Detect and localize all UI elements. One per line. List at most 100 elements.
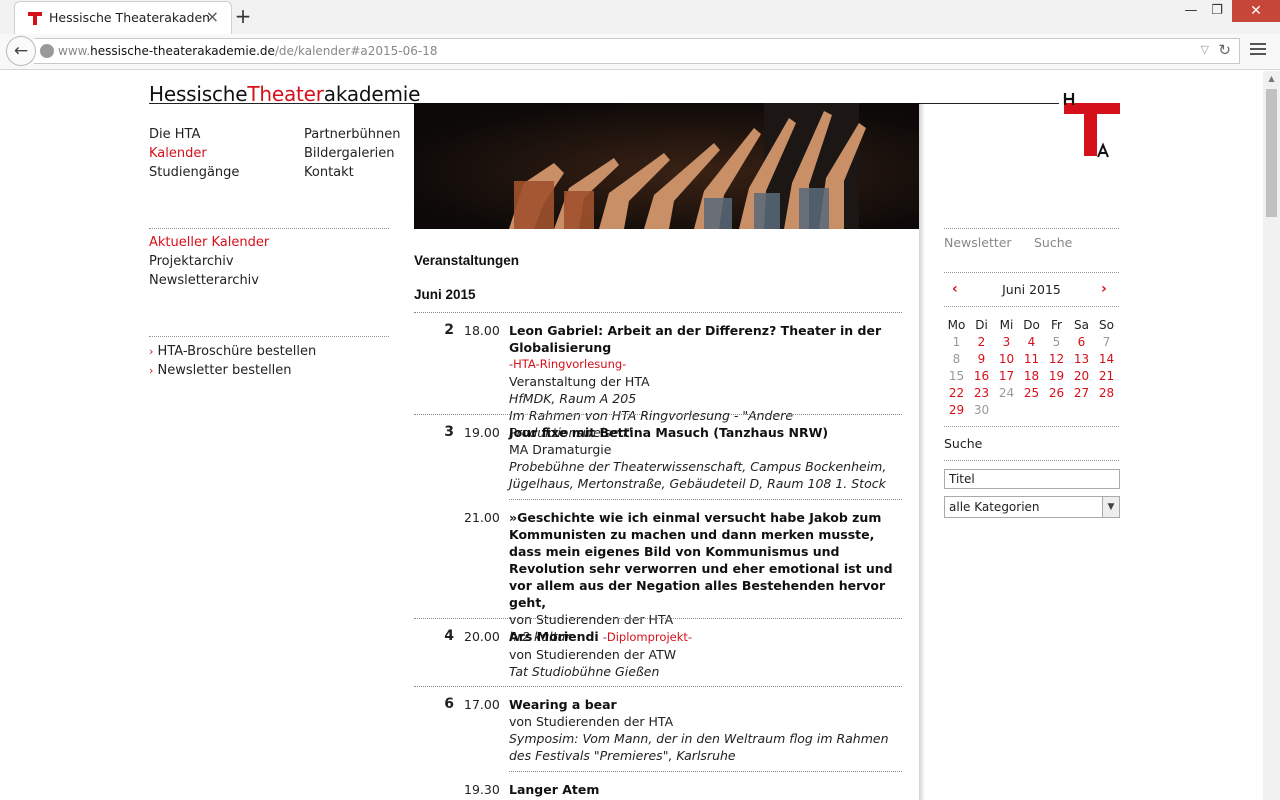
event-day: 4 (444, 628, 454, 644)
back-button[interactable]: ← (6, 36, 36, 66)
event-location: Symposim: Vom Mann, der in den Weltraum … (509, 731, 889, 763)
weekday-label: Di (975, 317, 988, 332)
reload-icon[interactable]: ↻ (1218, 41, 1231, 59)
category-select-value: alle Kategorien (949, 500, 1040, 514)
event-title[interactable]: Jour fixe mit Bettina Masuch (Tanzhaus N… (509, 424, 902, 441)
nav-item-partnerbuehnen[interactable]: Partnerbühnen (304, 125, 400, 144)
calendar-day[interactable]: 16 (969, 367, 994, 384)
hamburger-menu-icon[interactable] (1250, 43, 1266, 57)
calendar-day[interactable]: 14 (1094, 350, 1119, 367)
main-nav-right: Partnerbühnen Bildergalerien Kontakt (304, 125, 400, 182)
globe-icon (40, 44, 54, 58)
calendar-day[interactable]: 21 (1094, 367, 1119, 384)
calendar-day[interactable]: 12 (1044, 350, 1069, 367)
calendar-day[interactable]: 10 (994, 350, 1019, 367)
chevron-right-icon: › (149, 364, 154, 377)
event-organizer: MA Dramaturgie (509, 442, 612, 457)
weekday-label: Mi (999, 317, 1014, 332)
calendar-day[interactable]: 28 (1094, 384, 1119, 401)
content-shadow (919, 103, 925, 800)
chevron-down-icon[interactable]: ▼ (1102, 497, 1119, 517)
tab-newsletter[interactable]: Newsletter (944, 235, 1012, 250)
order-links: › HTA-Broschüre bestellen › Newsletter b… (149, 342, 316, 380)
event-category[interactable]: -Diplomprojekt- (603, 630, 692, 644)
event-divider (509, 771, 902, 772)
event-day: 2 (444, 322, 454, 338)
event-category[interactable]: -HTA-Ringvorlesung- (509, 356, 902, 373)
tab-search[interactable]: Suche (1034, 235, 1072, 250)
url-text: www.hessische-theaterakademie.de/de/kale… (58, 44, 438, 58)
window-close-button[interactable]: ✕ (1232, 0, 1280, 22)
calendar-day[interactable]: 26 (1044, 384, 1069, 401)
category-select[interactable]: alle Kategorien ▼ (944, 496, 1120, 518)
calendar-day[interactable]: 9 (969, 350, 994, 367)
calendar-day: 1 (952, 334, 961, 349)
event-divider (414, 618, 902, 619)
calendar-day[interactable]: 20 (1069, 367, 1094, 384)
new-tab-button[interactable]: + (234, 5, 252, 27)
page-scrollbar[interactable]: ▲ (1263, 71, 1280, 800)
search-title-input[interactable] (944, 469, 1120, 489)
calendar-day[interactable]: 23 (969, 384, 994, 401)
subnav-item-aktueller-kalender[interactable]: Aktueller Kalender (149, 233, 269, 252)
nav-item-kontakt[interactable]: Kontakt (304, 163, 400, 182)
tab-title: Hessische Theaterakademi... (49, 10, 209, 25)
event-organizer: von Studierenden der ATW (509, 647, 677, 662)
order-brochure-link[interactable]: › HTA-Broschüre bestellen (149, 342, 316, 361)
event-title[interactable]: Wearing a bear (509, 696, 902, 713)
calendar-day[interactable]: 6 (1069, 333, 1094, 350)
sub-nav: Aktueller Kalender Projektarchiv Newslet… (149, 233, 269, 290)
event-organizer: Veranstaltung der HTA (509, 374, 650, 389)
event-organizer: von Studierenden der HTA (509, 612, 674, 627)
nav-divider (149, 228, 389, 229)
calendar-day: 8 (952, 351, 961, 366)
window-maximize-button[interactable]: ❐ (1202, 0, 1232, 22)
calendar-day: 5 (1052, 334, 1061, 349)
calendar-day[interactable]: 18 (1019, 367, 1044, 384)
event-location: Probebühne der Theaterwissenschaft, Camp… (509, 459, 887, 491)
calendar-day[interactable]: 4 (1019, 333, 1044, 350)
event-location: Tat Studiobühne Gießen (509, 664, 660, 679)
calendar-day[interactable]: 22 (944, 384, 969, 401)
calendar-day[interactable]: 27 (1069, 384, 1094, 401)
browser-tab[interactable]: Hessische Theaterakademi... × (14, 1, 232, 34)
hta-logo-icon[interactable] (1062, 91, 1120, 159)
url-bar[interactable]: www.hessische-theaterakademie.de/de/kale… (34, 38, 1240, 64)
browser-navbar: www.hessische-theaterakademie.de/de/kale… (0, 34, 1280, 70)
nav-item-bildergalerien[interactable]: Bildergalerien (304, 144, 400, 163)
event-title[interactable]: Langer Atem (509, 781, 902, 798)
calendar-day[interactable]: 17 (994, 367, 1019, 384)
month-divider (414, 312, 902, 313)
calendar-day[interactable]: 3 (994, 333, 1019, 350)
browser-tabbar: Hessische Theaterakademi... × + — ❐ ✕ (0, 0, 1280, 34)
event-divider (414, 414, 902, 415)
calendar-day[interactable]: 19 (1044, 367, 1069, 384)
nav-item-studiengaenge[interactable]: Studiengänge (149, 163, 239, 182)
nav-item-die-hta[interactable]: Die HTA (149, 125, 239, 144)
subnav-item-projektarchiv[interactable]: Projektarchiv (149, 252, 269, 271)
search-heading-divider (944, 460, 1119, 461)
weekday-label: Do (1023, 317, 1040, 332)
calendar-day[interactable]: 2 (969, 333, 994, 350)
calendar-next-icon[interactable]: › (1101, 281, 1107, 297)
weekday-label: Fr (1051, 317, 1062, 332)
back-arrow-icon: ← (13, 41, 29, 61)
event-organizer: von Studierenden der HTA (509, 714, 674, 729)
scrollbar-thumb[interactable] (1266, 89, 1277, 217)
calendar-day[interactable]: 25 (1019, 384, 1044, 401)
event-title[interactable]: »Geschichte wie ich einmal versucht habe… (509, 509, 902, 611)
url-dropdown-icon[interactable]: ▽ (1201, 43, 1209, 56)
calendar-day[interactable]: 29 (944, 401, 969, 418)
nav-item-kalender[interactable]: Kalender (149, 144, 239, 163)
order-newsletter-link[interactable]: › Newsletter bestellen (149, 361, 316, 380)
calendar-day[interactable]: 11 (1019, 350, 1044, 367)
mini-calendar: Mo Di Mi Do Fr Sa So 1 2 3 4 5 6 7 8 9 10 11 12 13 14… (944, 316, 1119, 418)
event-title[interactable]: Ars Moriendi (509, 629, 599, 644)
event-title[interactable]: Leon Gabriel: Arbeit an der Differenz? T… (509, 322, 902, 356)
calendar-day: 24 (998, 385, 1015, 400)
tab-close-icon[interactable]: × (206, 8, 219, 26)
event-time: 19.00 (464, 425, 500, 440)
scroll-up-icon[interactable]: ▲ (1263, 71, 1280, 87)
calendar-day[interactable]: 13 (1069, 350, 1094, 367)
subnav-item-newsletterarchiv[interactable]: Newsletterarchiv (149, 271, 269, 290)
